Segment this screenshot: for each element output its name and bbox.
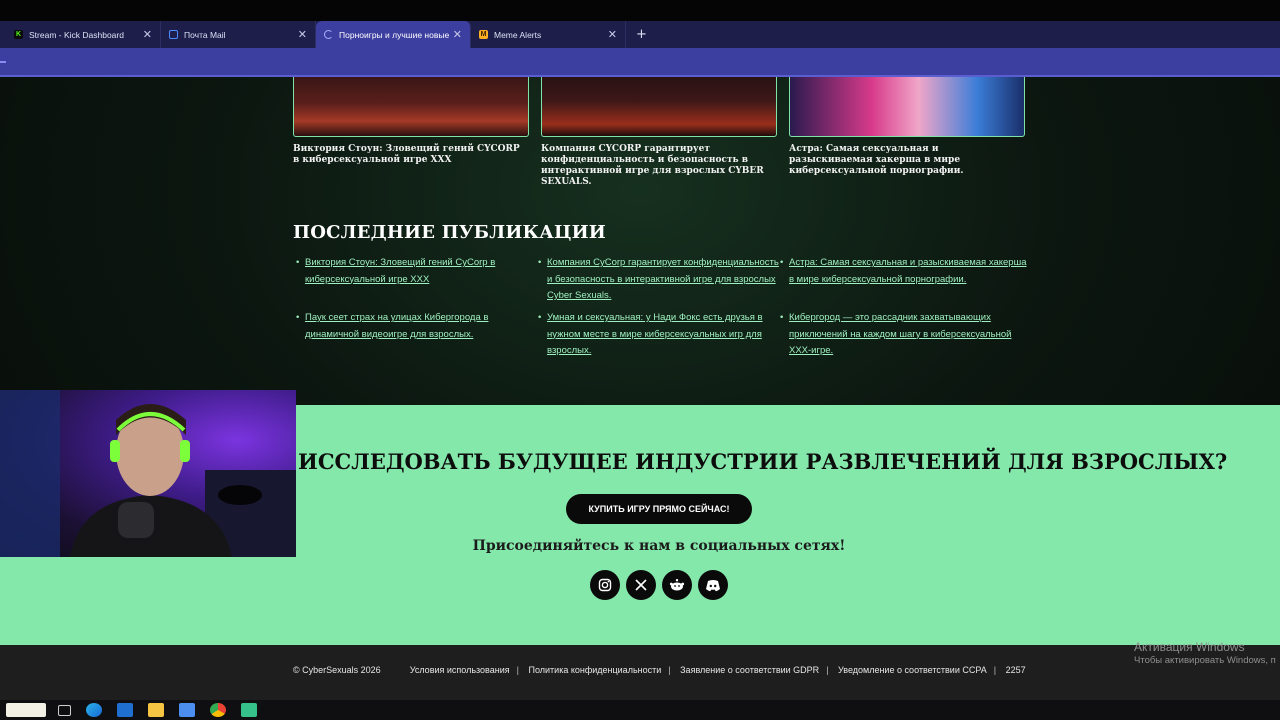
- card-image[interactable]: [789, 77, 1025, 137]
- screen-top-bar: [0, 0, 1280, 21]
- tab-title: Stream - Kick Dashboard: [29, 29, 124, 40]
- close-icon[interactable]: ✕: [608, 28, 617, 41]
- mail-favicon-icon: [169, 30, 178, 39]
- card-image[interactable]: [541, 77, 777, 137]
- tab-title: Meme Alerts: [494, 29, 542, 40]
- browser-toolbar: [0, 48, 1280, 77]
- publication-link[interactable]: Паук сеет страх на улицах Кибергорода в …: [296, 310, 543, 343]
- tab-current-page[interactable]: Порноигры и лучшие новые ✕: [316, 21, 471, 48]
- instagram-icon[interactable]: [590, 570, 620, 600]
- windows-taskbar: [0, 700, 1280, 720]
- edge-icon[interactable]: [86, 703, 102, 717]
- task-view-icon[interactable]: [58, 704, 71, 716]
- publication-link[interactable]: Умная и сексуальная: у Нади Фокс есть др…: [538, 310, 785, 360]
- footer-link-gdpr[interactable]: Заявление о соответствии GDPR: [680, 665, 819, 675]
- publication-link[interactable]: Астра: Самая сексуальная и разыскиваемая…: [780, 255, 1027, 288]
- copilot-icon[interactable]: [6, 703, 46, 717]
- tab-kick-dashboard[interactable]: K Stream - Kick Dashboard ✕: [6, 21, 161, 48]
- new-tab-button[interactable]: +: [626, 21, 657, 48]
- reddit-icon[interactable]: [662, 570, 692, 600]
- watermark-line-1: Активация Windows: [1134, 640, 1245, 654]
- site-footer: © CyberSexuals 2026 Условия использовани…: [0, 645, 1280, 700]
- close-icon[interactable]: ✕: [298, 28, 307, 41]
- tab-meme-alerts[interactable]: M Meme Alerts ✕: [471, 21, 626, 48]
- kick-favicon-icon: K: [14, 30, 23, 39]
- close-icon[interactable]: ✕: [143, 28, 152, 41]
- publication-link[interactable]: Виктория Стоун: Зловещий гений CyCorp в …: [296, 255, 543, 288]
- browser-tab-strip: K Stream - Kick Dashboard ✕ Почта Mail ✕…: [0, 21, 1280, 48]
- card-caption[interactable]: Астра: Самая сексуальная и разыскиваемая…: [789, 144, 1025, 177]
- windows-activation-watermark: Активация Windows Чтобы активировать Win…: [1134, 640, 1276, 666]
- tab-mail[interactable]: Почта Mail ✕: [161, 21, 316, 48]
- chrome-icon[interactable]: [210, 703, 226, 717]
- footer-link-ccpa[interactable]: Уведомление о соответствии CCPA: [838, 665, 987, 675]
- streamer-image: [0, 390, 296, 557]
- card-caption[interactable]: Компания CYCORP гарантирует конфиденциал…: [541, 144, 777, 188]
- meme-alerts-favicon-icon: M: [479, 30, 488, 39]
- app-icon[interactable]: [241, 703, 257, 717]
- card-caption[interactable]: Виктория Стоун: Зловещий гений CYCORP в …: [293, 144, 529, 166]
- loading-spinner-icon: [324, 30, 333, 39]
- discord-icon[interactable]: [698, 570, 728, 600]
- copyright-text: © CyberSexuals 2026: [293, 665, 381, 675]
- footer-link-terms[interactable]: Условия использования: [410, 665, 510, 675]
- cta-title: ИССЛЕДОВАТЬ БУДУЩЕЕ ИНДУСТРИИ РАЗВЛЕЧЕНИ…: [298, 449, 1228, 474]
- publication-link[interactable]: Кибергород — это рассадник захватывающих…: [780, 310, 1027, 360]
- watermark-line-2: Чтобы активировать Windows, п: [1134, 655, 1276, 666]
- card-image[interactable]: [293, 77, 529, 137]
- x-icon[interactable]: [626, 570, 656, 600]
- featured-card[interactable]: Астра: Самая сексуальная и разыскиваемая…: [789, 77, 1025, 177]
- web-page: Виктория Стоун: Зловещий гений CYCORP в …: [0, 77, 1280, 645]
- featured-card[interactable]: Компания CYCORP гарантирует конфиденциал…: [541, 77, 777, 188]
- close-icon[interactable]: ✕: [453, 28, 462, 41]
- outlook-icon[interactable]: [117, 703, 133, 717]
- footer-link-2257[interactable]: 2257: [1006, 665, 1026, 675]
- file-explorer-icon[interactable]: [148, 703, 164, 717]
- store-icon[interactable]: [179, 703, 195, 717]
- footer-link-privacy[interactable]: Политика конфиденциальности: [528, 665, 661, 675]
- buy-game-button[interactable]: КУПИТЬ ИГРУ ПРЯМО СЕЙЧАС!: [566, 494, 752, 524]
- tab-title: Почта Mail: [184, 29, 226, 40]
- publication-link[interactable]: Компания CyCorp гарантирует конфиденциал…: [538, 255, 785, 305]
- tab-title: Порноигры и лучшие новые: [339, 29, 449, 40]
- featured-card[interactable]: Виктория Стоун: Зловещий гений CYCORP в …: [293, 77, 529, 166]
- latest-publications-heading: ПОСЛЕДНИЕ ПУБЛИКАЦИИ: [293, 222, 606, 243]
- webcam-overlay: [0, 390, 296, 557]
